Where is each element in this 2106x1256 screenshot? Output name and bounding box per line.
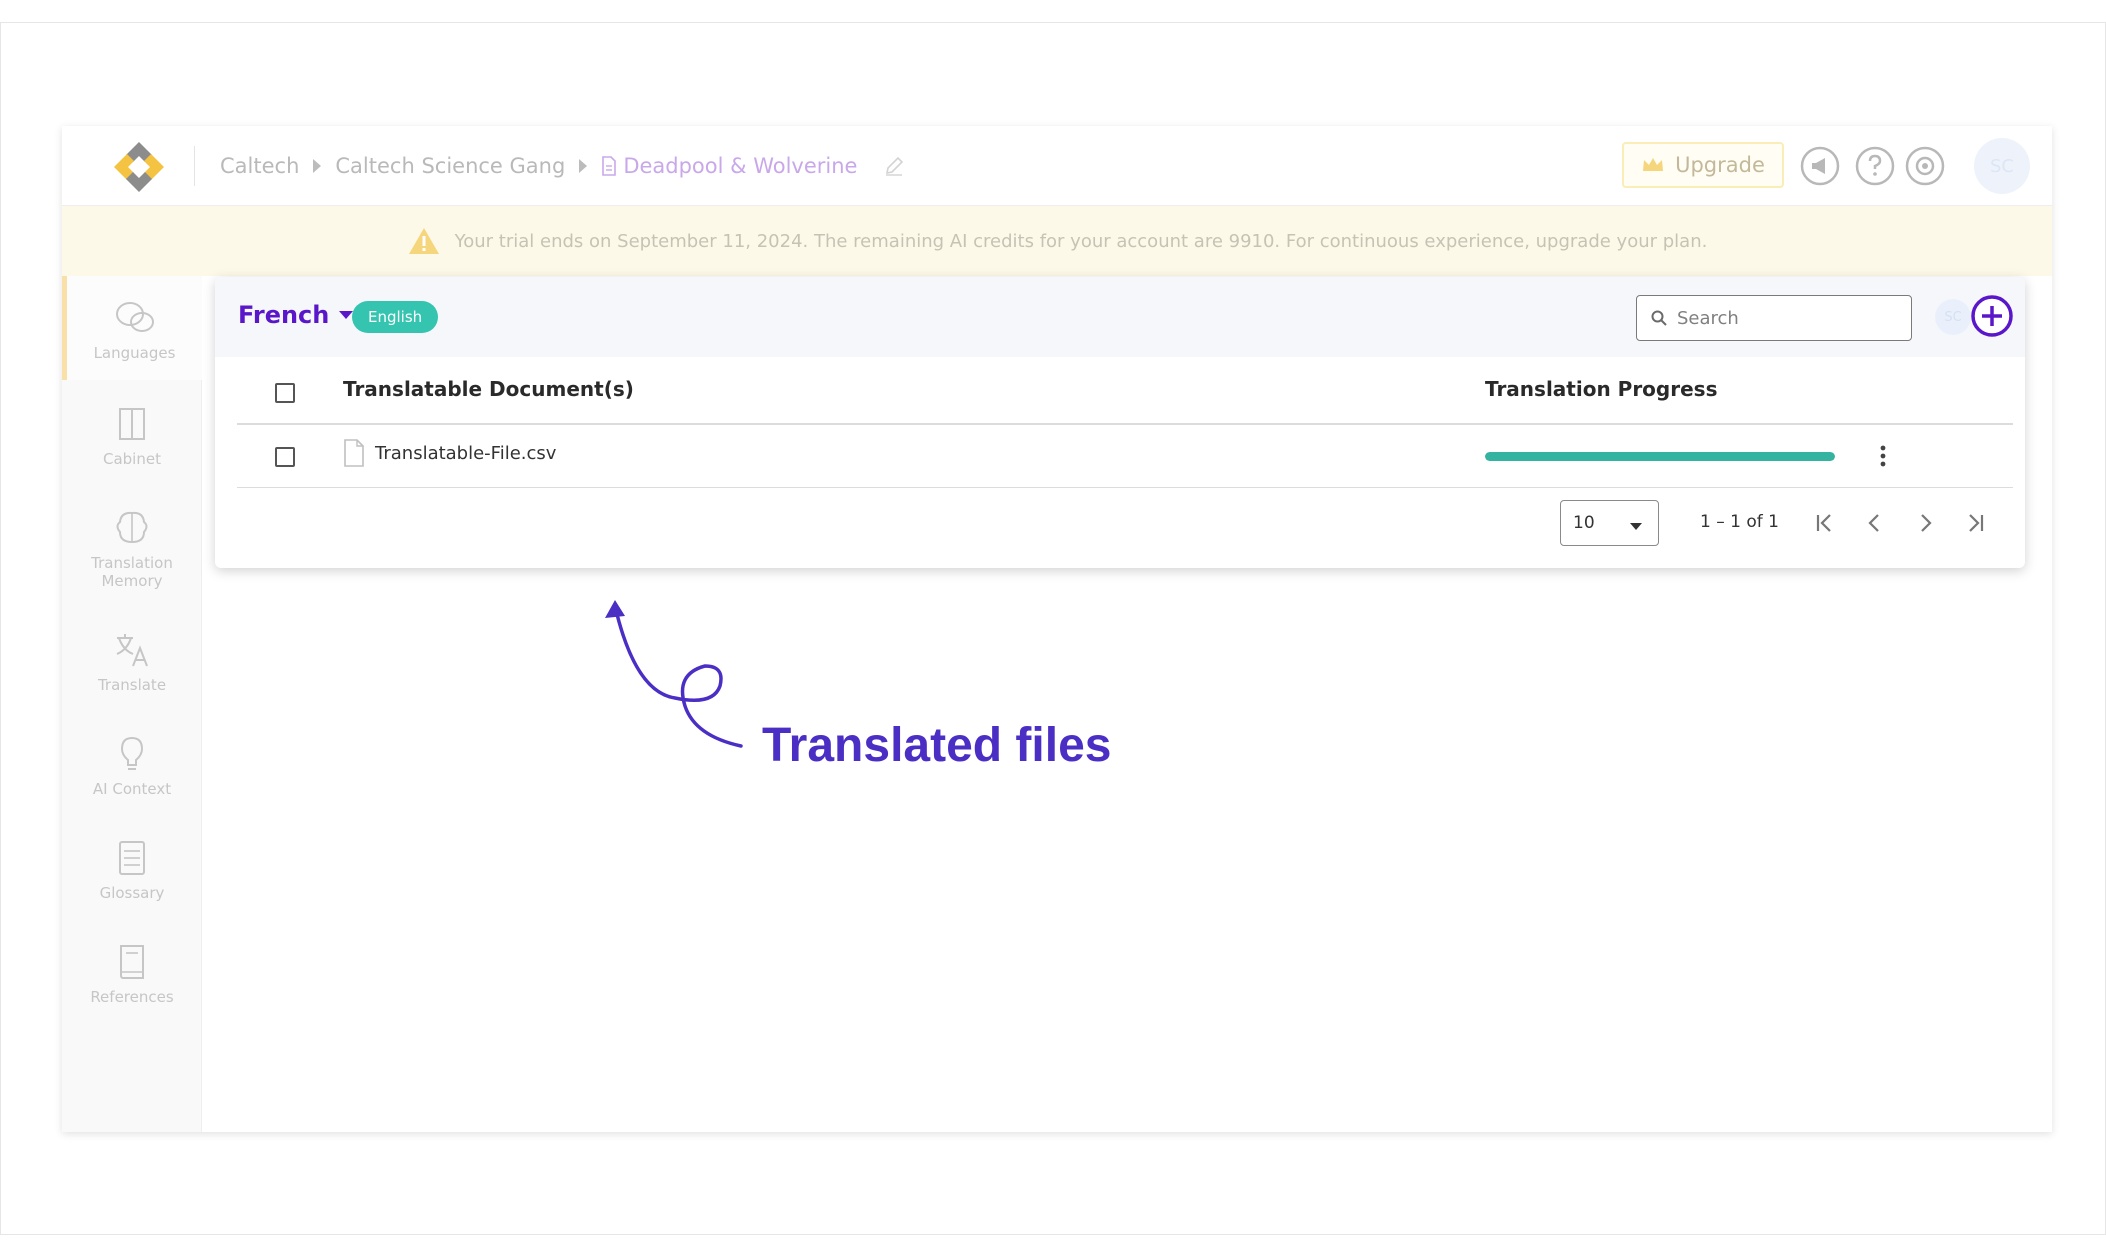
breadcrumb-org[interactable]: Caltech (220, 154, 299, 178)
table-header: Translatable Document(s) Translation Pro… (237, 357, 2013, 425)
sidebar-item-label: Translation Memory (91, 554, 173, 590)
source-language-badge: English (352, 301, 439, 333)
search-input[interactable] (1677, 307, 1877, 329)
first-page-icon[interactable] (1810, 508, 1840, 538)
help-icon[interactable] (1855, 146, 1895, 186)
chevron-right-icon (579, 159, 588, 173)
sidebar-item-label: References (90, 988, 174, 1006)
previous-page-icon[interactable] (1860, 508, 1890, 538)
trial-banner: Your trial ends on September 11, 2024. T… (62, 206, 2052, 276)
book-icon (120, 945, 144, 979)
settings-gear-icon[interactable] (1905, 146, 1945, 186)
more-options-icon[interactable] (1873, 443, 1893, 469)
row-checkbox[interactable] (275, 447, 295, 467)
next-page-icon[interactable] (1910, 508, 1940, 538)
lightbulb-icon (120, 736, 144, 770)
announcement-icon[interactable] (1800, 146, 1840, 186)
page-range-label: 1 – 1 of 1 (1700, 512, 1779, 532)
sidebar-item-label: AI Context (92, 780, 172, 798)
panel-header: French English SC (215, 277, 2025, 357)
select-all-checkbox[interactable] (275, 383, 295, 403)
file-name[interactable]: Translatable-File.csv (375, 443, 556, 464)
sidebar: Languages Cabinet Translation Memory Tra… (62, 276, 202, 1132)
csv-file-icon (344, 439, 364, 467)
page-size-value: 10 (1573, 513, 1595, 533)
pagination: 10 1 – 1 of 1 (237, 488, 2013, 568)
translation-progress-fill (1485, 452, 1835, 461)
sidebar-item-translation-memory[interactable]: Translation Memory (62, 508, 202, 590)
upgrade-label: Upgrade (1675, 153, 1765, 177)
breadcrumb-project[interactable]: Deadpool & Wolverine (601, 154, 857, 178)
sidebar-item-languages[interactable]: Languages (62, 276, 202, 380)
brain-icon (116, 511, 148, 544)
languages-icon (115, 302, 154, 332)
breadcrumb: Caltech Caltech Science Gang Deadpool & … (220, 148, 905, 184)
collaborator-avatar[interactable]: SC (1935, 299, 1971, 335)
column-header-progress[interactable]: Translation Progress (1485, 377, 1717, 401)
user-avatar-initials: SC (1990, 155, 2014, 177)
sidebar-item-label: Languages (93, 344, 176, 362)
edit-pencil-icon[interactable] (883, 155, 905, 177)
warning-icon (408, 228, 439, 254)
page-size-select[interactable]: 10 (1560, 500, 1659, 546)
last-page-icon[interactable] (1960, 508, 1990, 538)
app-logo-icon[interactable] (110, 138, 168, 196)
table-row[interactable]: Translatable-File.csv (237, 425, 2013, 488)
file-cell[interactable]: Translatable-File.csv (343, 439, 556, 467)
trial-banner-message: Your trial ends on September 11, 2024. T… (454, 230, 1708, 252)
document-icon (602, 156, 617, 176)
translate-icon (116, 634, 148, 667)
sidebar-item-label: Translate (97, 676, 167, 694)
sidebar-item-ai-context[interactable]: AI Context (62, 734, 202, 798)
sidebar-item-glossary[interactable]: Glossary (62, 838, 202, 902)
sidebar-item-references[interactable]: References (62, 942, 202, 1006)
column-header-documents[interactable]: Translatable Document(s) (343, 377, 634, 401)
chevron-right-icon (313, 159, 322, 173)
upgrade-button[interactable]: Upgrade (1622, 142, 1784, 188)
annotation-label: Translated files (762, 719, 1112, 772)
collaborator-avatar-initials: SC (1944, 309, 1962, 325)
source-language-label: English (368, 308, 423, 326)
sidebar-item-label: Glossary (99, 884, 165, 902)
sidebar-item-label: Cabinet (103, 450, 161, 468)
breadcrumb-project-label: Deadpool & Wolverine (623, 154, 858, 178)
sidebar-item-translate[interactable]: Translate (62, 630, 202, 694)
sidebar-item-cabinet[interactable]: Cabinet (62, 404, 202, 468)
cabinet-icon (119, 408, 145, 440)
annotation-arrow-icon (605, 600, 743, 748)
breadcrumb-team[interactable]: Caltech Science Gang (335, 154, 565, 178)
caret-down-icon (1630, 523, 1642, 530)
top-divider (194, 146, 195, 186)
target-language-label: French (238, 301, 330, 329)
user-avatar[interactable]: SC (1974, 138, 2030, 194)
search-icon (1651, 310, 1667, 326)
glossary-icon (119, 841, 145, 875)
search-field[interactable] (1636, 295, 1912, 341)
crown-icon (1643, 158, 1664, 171)
add-document-button[interactable] (1970, 294, 2014, 338)
documents-panel: French English SC Translatable Document(… (215, 277, 2025, 568)
translation-progress-bar (1485, 452, 1835, 461)
top-bar: Caltech Caltech Science Gang Deadpool & … (62, 126, 2052, 206)
target-language-dropdown[interactable]: French (238, 301, 354, 329)
